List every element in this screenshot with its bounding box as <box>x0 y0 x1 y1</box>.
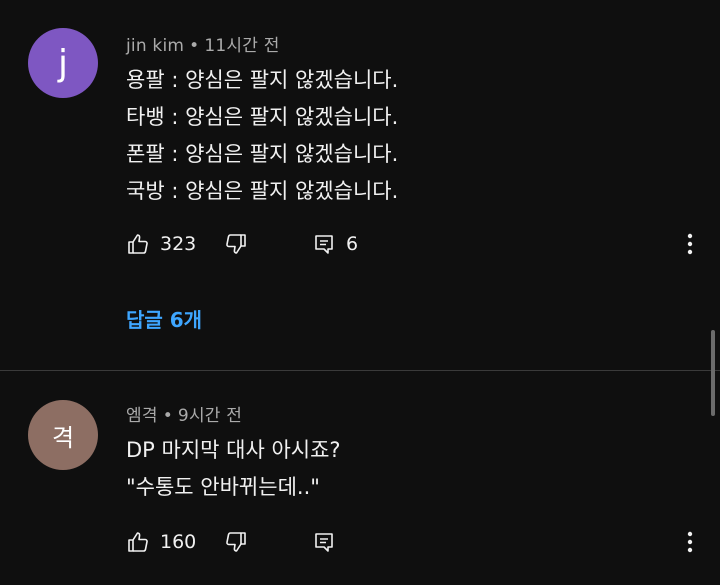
comment-line: 타뱅 : 양심은 팔지 않겠습니다. <box>126 105 399 129</box>
like-button[interactable]: 323 <box>126 230 196 258</box>
avatar[interactable]: 격 <box>28 400 98 470</box>
reply-count: 6 <box>346 233 359 255</box>
comment-reply-icon <box>315 533 333 552</box>
like-count: 160 <box>160 531 197 553</box>
dislike-button[interactable] <box>224 230 248 258</box>
comment-text: 용팔 : 양심은 팔지 않겠습니다. 타뱅 : 양심은 팔지 않겠습니다. 폰팔… <box>126 62 398 210</box>
like-count: 323 <box>160 233 197 255</box>
comment-time[interactable]: 11시간 전 <box>204 36 279 56</box>
meta-separator: • <box>162 406 173 426</box>
reply-button[interactable]: 6 <box>312 230 358 258</box>
avatar-letter: 격 <box>51 423 75 452</box>
avatar-letter: j <box>57 42 68 84</box>
like-button[interactable]: 160 <box>126 528 196 556</box>
author-name[interactable]: jin kim <box>126 36 184 56</box>
comments-panel: j jin kim • 11시간 전 용팔 : 양심은 팔지 않겠습니다. 타뱅 :… <box>0 0 720 585</box>
comment-text: DP 마지막 대사 아시죠? "수통도 안바뀌는데.." <box>126 432 341 506</box>
more-options-button[interactable] <box>680 230 700 258</box>
comment-meta: jin kim • 11시간 전 <box>126 31 280 56</box>
more-options-button[interactable] <box>680 528 700 556</box>
avatar[interactable]: j <box>28 28 98 98</box>
meta-separator: • <box>189 36 200 56</box>
comment-thread: 격 엠격 • 9시간 전 DP 마지막 대사 아시죠? "수통도 안바뀌는데.." … <box>0 371 720 585</box>
thumb-down-icon <box>226 532 246 552</box>
thumb-up-icon <box>128 532 148 552</box>
comment-line: 국방 : 양심은 팔지 않겠습니다. <box>126 179 399 203</box>
comment-line: DP 마지막 대사 아시죠? <box>126 438 341 462</box>
thumb-up-icon <box>128 234 148 254</box>
comment-meta: 엠격 • 9시간 전 <box>126 401 242 426</box>
view-replies-link[interactable]: 답글 6개 <box>126 304 202 333</box>
author-name[interactable]: 엠격 <box>126 406 158 426</box>
comment-time[interactable]: 9시간 전 <box>178 406 242 426</box>
comment-thread: j jin kim • 11시간 전 용팔 : 양심은 팔지 않겠습니다. 타뱅 :… <box>0 0 720 370</box>
dislike-button[interactable] <box>224 528 248 556</box>
more-vert-icon <box>687 531 693 553</box>
comment-line: "수통도 안바뀌는데.." <box>126 475 320 499</box>
reply-button[interactable] <box>312 528 336 556</box>
comment-actions: 160 <box>126 528 720 556</box>
scrollbar[interactable] <box>711 330 715 416</box>
comment-actions: 323 6 <box>126 230 720 258</box>
comment-line: 용팔 : 양심은 팔지 않겠습니다. <box>126 68 399 92</box>
thumb-down-icon <box>226 234 246 254</box>
comment-reply-icon <box>315 235 333 254</box>
more-vert-icon <box>687 233 693 255</box>
comment-line: 폰팔 : 양심은 팔지 않겠습니다. <box>126 142 399 166</box>
